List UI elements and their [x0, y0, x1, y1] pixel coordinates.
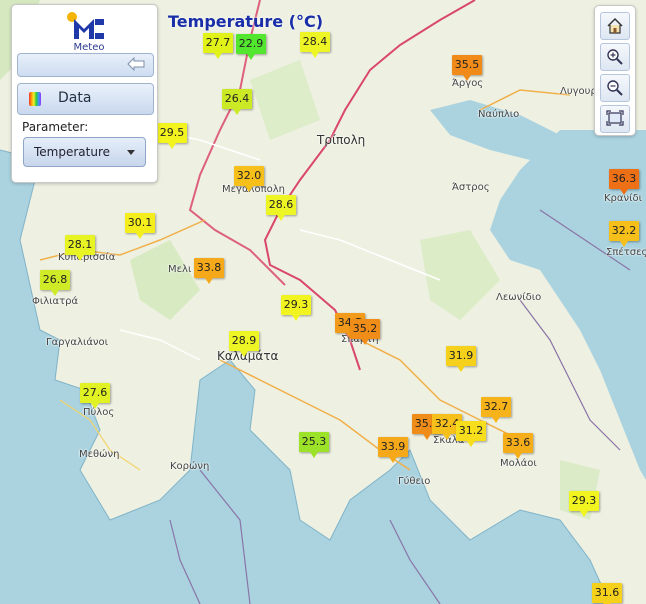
temperature-marker[interactable]: 33.9 — [378, 437, 408, 463]
place-label: Μεθώνη — [79, 449, 120, 460]
temperature-marker[interactable]: 29.5 — [157, 123, 187, 149]
arrow-left-icon — [127, 57, 145, 71]
temperature-marker[interactable]: 28.9 — [229, 331, 259, 357]
temperature-marker[interactable]: 26.8 — [40, 270, 70, 296]
temperature-marker[interactable]: 31.9 — [446, 346, 476, 372]
data-button[interactable]: Data — [17, 83, 154, 115]
temperature-marker[interactable]: 31.2 — [456, 421, 486, 447]
place-label: Λεωνίδιο — [496, 292, 542, 303]
map-title: Temperature (°C) — [168, 12, 324, 31]
temperature-marker[interactable]: 26.4 — [222, 89, 252, 115]
place-label: Σπέτσες — [606, 247, 646, 258]
temperature-marker[interactable]: 31.6 — [592, 583, 622, 604]
data-button-label: Data — [58, 90, 92, 106]
temperature-marker[interactable]: 29.3 — [569, 491, 599, 517]
temperature-marker[interactable]: 33.6 — [503, 433, 533, 459]
place-label: Κορώνη — [170, 461, 210, 472]
place-label: Φιλιατρά — [32, 296, 79, 307]
temperature-marker[interactable]: 27.6 — [80, 383, 110, 409]
parameter-value: Temperature — [34, 145, 111, 159]
temperature-marker[interactable]: 30.1 — [125, 213, 155, 239]
place-label: Γαργαλιάνοι — [46, 337, 109, 348]
meteo-logo: Meteo — [64, 11, 114, 53]
temperature-marker[interactable]: 28.1 — [65, 235, 95, 261]
zoom-extent-button[interactable] — [600, 105, 630, 133]
temperature-marker[interactable]: 32.2 — [609, 221, 639, 247]
zoom-out-icon — [607, 80, 623, 96]
zoom-in-button[interactable] — [600, 43, 630, 71]
control-panel: Meteo Data Parameter: Temperature — [11, 4, 158, 183]
home-button[interactable] — [600, 12, 630, 40]
temperature-marker[interactable]: 36.3 — [609, 169, 639, 195]
temperature-marker[interactable]: 28.6 — [266, 195, 296, 221]
collapse-button[interactable] — [17, 53, 154, 77]
temperature-marker[interactable]: 35.5 — [452, 55, 482, 81]
temperature-marker[interactable]: 22.9 — [236, 34, 266, 60]
place-label: Ναύπλιο — [478, 109, 520, 120]
place-label: Τρίπολη — [317, 133, 366, 147]
temperature-marker[interactable]: 33.8 — [194, 258, 224, 284]
temperature-marker[interactable]: 29.3 — [281, 295, 311, 321]
map-toolbar — [594, 5, 636, 136]
temperature-marker[interactable]: 35.2 — [350, 319, 380, 345]
zoom-out-button[interactable] — [600, 74, 630, 102]
home-icon — [607, 17, 623, 34]
place-label: Γύθειο — [398, 476, 431, 487]
palette-icon — [29, 92, 41, 106]
temperature-marker[interactable]: 32.0 — [234, 166, 264, 192]
temperature-marker[interactable]: 27.7 — [203, 33, 233, 59]
temperature-marker[interactable]: 25.3 — [299, 432, 329, 458]
zoom-in-icon — [607, 49, 623, 65]
place-label: Μελι — [168, 264, 192, 275]
temperature-marker[interactable]: 32.7 — [481, 397, 511, 423]
parameter-select[interactable]: Temperature — [23, 137, 146, 167]
parameter-label: Parameter: — [22, 120, 89, 134]
temperature-marker[interactable]: 28.4 — [300, 32, 330, 58]
chevron-down-icon — [127, 150, 135, 155]
extent-icon — [606, 110, 624, 126]
logo-text: Meteo — [73, 42, 105, 53]
place-label: Άστρος — [452, 182, 490, 193]
place-label: Μολάοι — [500, 458, 537, 469]
